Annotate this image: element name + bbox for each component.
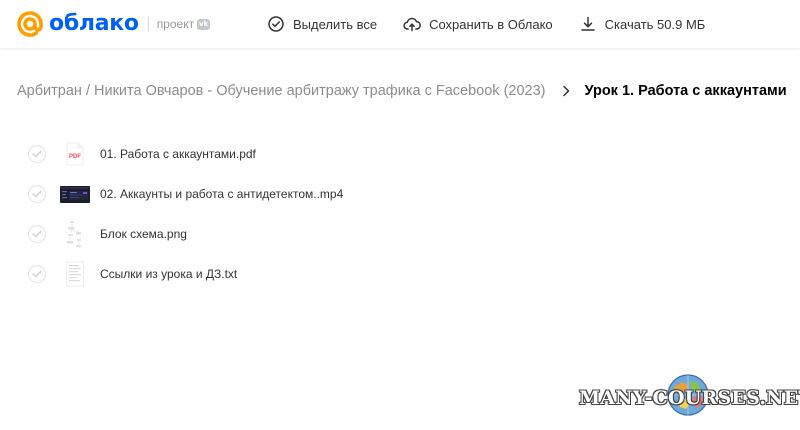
at-sign-logo-icon [17,11,43,37]
select-all-label: Выделить все [293,16,378,32]
file-name: Ссылки из урока и ДЗ.txt [100,267,238,281]
file-row-text[interactable]: Ссылки из урока и ДЗ.txt [28,254,728,294]
image-thumbnail [60,219,90,249]
logo-divider [147,17,149,31]
checkmark-icon [32,190,42,198]
download-label: Скачать 50.9 МБ [604,16,706,32]
file-name: 02. Аккаунты и работа с антидетектом..mp… [100,187,344,201]
watermark: MANY-COURSES.NET [570,368,800,430]
file-checkbox[interactable] [28,265,46,283]
chevron-right-icon [562,85,569,97]
checkmark-icon [32,230,42,238]
breadcrumb-parent-link[interactable]: Арбитран / Никита Овчаров - Обучение арб… [17,83,546,99]
video-thumbnail [60,180,90,208]
file-checkbox[interactable] [28,145,46,163]
download-button[interactable]: Скачать 50.9 МБ [579,15,706,33]
download-icon [580,16,595,31]
save-to-cloud-button[interactable]: Сохранить в Облако [403,15,553,33]
select-all-button[interactable]: Выделить все [267,15,377,33]
logo-text: облако [49,11,139,36]
header-toolbar: Выделить все Сохранить в Облако Скачать … [267,14,705,34]
breadcrumb: Арбитран / Никита Овчаров - Обучение арб… [17,80,787,102]
file-checkbox[interactable] [28,185,46,203]
file-checkbox[interactable] [28,225,46,243]
vk-icon: vk [197,18,211,30]
file-name: Блок схема.png [100,227,187,241]
project-label: проект [156,17,195,31]
checkmark-icon [32,270,42,278]
save-to-cloud-label: Сохранить в Облако [429,16,553,32]
pdf-icon: PDF [60,140,90,168]
watermark-text: MANY-COURSES.NET [579,387,800,409]
check-circle-icon [268,16,284,32]
pdf-icon-label: PDF [69,154,81,160]
file-row-pdf[interactable]: PDF 01. Работа с аккаунтами.pdf [28,134,728,174]
file-row-image[interactable]: Блок схема.png [28,214,728,254]
breadcrumb-current: Урок 1. Работа с аккаунтами [584,83,787,99]
file-row-video[interactable]: 02. Аккаунты и работа с антидетектом..mp… [28,174,728,214]
file-name: 01. Работа с аккаунтами.pdf [100,147,256,161]
text-file-icon [60,260,90,288]
file-list: PDF 01. Работа с аккаунтами.pdf 02. Акка… [28,134,728,294]
cloud-upload-icon [403,17,422,32]
cloud-logo[interactable]: облако проект vk [16,10,211,38]
checkmark-icon [32,150,42,158]
top-header: облако проект vk Выделить все Сохранить … [0,0,800,48]
